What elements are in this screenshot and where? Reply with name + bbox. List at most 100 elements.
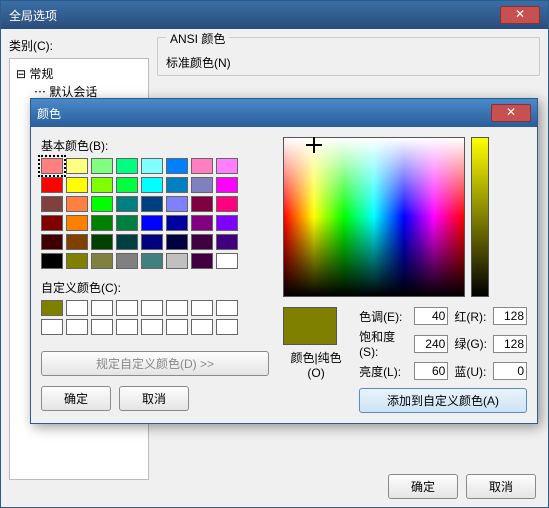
custom-swatch[interactable]	[141, 300, 163, 316]
basic-swatch[interactable]	[66, 158, 88, 174]
basic-swatch[interactable]	[166, 177, 188, 193]
basic-swatch[interactable]	[116, 215, 138, 231]
dialog-title: 颜色	[37, 105, 61, 122]
color-preview	[283, 307, 337, 345]
custom-colors-label: 自定义颜色(C):	[41, 279, 269, 296]
hue-label: 色调(E):	[359, 308, 408, 325]
basic-swatch[interactable]	[66, 215, 88, 231]
basic-swatch[interactable]	[216, 234, 238, 250]
custom-swatch[interactable]	[166, 300, 188, 316]
custom-swatch[interactable]	[191, 319, 213, 335]
tree-root[interactable]: ⊟ 常规	[16, 65, 142, 83]
red-input[interactable]	[493, 307, 527, 325]
basic-swatch[interactable]	[216, 177, 238, 193]
basic-swatch[interactable]	[191, 215, 213, 231]
basic-swatch[interactable]	[191, 234, 213, 250]
std-colors-label: 标准颜色(N)	[166, 54, 531, 71]
custom-swatch[interactable]	[66, 300, 88, 316]
basic-swatch[interactable]	[66, 177, 88, 193]
parent-title-bar[interactable]: 全局选项 ✕	[1, 1, 548, 29]
basic-swatch[interactable]	[116, 234, 138, 250]
green-label: 绿(G):	[454, 335, 487, 352]
luminance-slider[interactable]	[471, 137, 489, 297]
custom-swatch[interactable]	[41, 300, 63, 316]
basic-swatch[interactable]	[191, 196, 213, 212]
basic-swatch[interactable]	[141, 215, 163, 231]
parent-cancel-button[interactable]: 取消	[466, 474, 536, 499]
custom-swatch[interactable]	[116, 300, 138, 316]
basic-swatch[interactable]	[116, 177, 138, 193]
basic-swatch[interactable]	[166, 215, 188, 231]
sat-input[interactable]	[414, 335, 448, 353]
basic-swatch[interactable]	[41, 177, 63, 193]
dialog-title-bar[interactable]: 颜色 ✕	[31, 99, 537, 127]
basic-swatch[interactable]	[116, 158, 138, 174]
custom-swatch[interactable]	[91, 300, 113, 316]
basic-swatch[interactable]	[41, 234, 63, 250]
basic-color-grid	[41, 158, 269, 269]
custom-swatch[interactable]	[116, 319, 138, 335]
blue-input[interactable]	[493, 362, 527, 380]
close-icon[interactable]: ✕	[500, 6, 540, 24]
parent-title: 全局选项	[9, 7, 57, 24]
custom-swatch[interactable]	[41, 319, 63, 335]
basic-swatch[interactable]	[91, 158, 113, 174]
basic-swatch[interactable]	[166, 253, 188, 269]
add-custom-button[interactable]: 添加到自定义颜色(A)	[359, 388, 527, 413]
basic-swatch[interactable]	[141, 234, 163, 250]
custom-swatch[interactable]	[91, 319, 113, 335]
basic-swatch[interactable]	[41, 196, 63, 212]
basic-swatch[interactable]	[141, 253, 163, 269]
dialog-cancel-button[interactable]: 取消	[119, 386, 189, 411]
basic-swatch[interactable]	[216, 158, 238, 174]
sat-label: 饱和度(S):	[359, 328, 408, 359]
basic-swatch[interactable]	[166, 158, 188, 174]
solid-label: 颜色|纯色(O)	[283, 349, 349, 380]
basic-swatch[interactable]	[191, 158, 213, 174]
custom-swatch[interactable]	[166, 319, 188, 335]
basic-swatch[interactable]	[116, 253, 138, 269]
basic-swatch[interactable]	[216, 196, 238, 212]
basic-swatch[interactable]	[116, 196, 138, 212]
define-custom-button[interactable]: 规定自定义颜色(D) >>	[41, 351, 269, 376]
basic-swatch[interactable]	[66, 234, 88, 250]
blue-label: 蓝(U):	[454, 363, 487, 380]
basic-swatch[interactable]	[41, 215, 63, 231]
basic-swatch[interactable]	[141, 158, 163, 174]
custom-swatch[interactable]	[141, 319, 163, 335]
custom-swatch[interactable]	[66, 319, 88, 335]
picker-crosshair	[309, 140, 319, 150]
green-input[interactable]	[493, 335, 527, 353]
basic-swatch[interactable]	[216, 253, 238, 269]
dialog-close-icon[interactable]: ✕	[491, 104, 531, 122]
basic-swatch[interactable]	[191, 177, 213, 193]
dialog-ok-button[interactable]: 确定	[41, 386, 111, 411]
basic-swatch[interactable]	[216, 215, 238, 231]
hue-input[interactable]	[414, 307, 448, 325]
ansi-title: ANSI 颜色	[166, 30, 229, 47]
basic-swatch[interactable]	[91, 177, 113, 193]
basic-swatch[interactable]	[66, 196, 88, 212]
basic-colors-label: 基本颜色(B):	[41, 137, 269, 154]
basic-swatch[interactable]	[91, 234, 113, 250]
color-gradient-picker[interactable]	[283, 137, 465, 297]
basic-swatch[interactable]	[41, 253, 63, 269]
custom-swatch[interactable]	[216, 300, 238, 316]
custom-swatch[interactable]	[216, 319, 238, 335]
basic-swatch[interactable]	[141, 177, 163, 193]
basic-swatch[interactable]	[91, 215, 113, 231]
basic-swatch[interactable]	[191, 253, 213, 269]
basic-swatch[interactable]	[166, 234, 188, 250]
custom-swatch[interactable]	[191, 300, 213, 316]
basic-swatch[interactable]	[41, 158, 63, 174]
lum-label: 亮度(L):	[359, 363, 408, 380]
basic-swatch[interactable]	[141, 196, 163, 212]
basic-swatch[interactable]	[91, 253, 113, 269]
custom-color-grid	[41, 300, 269, 335]
color-dialog: 颜色 ✕ 基本颜色(B): 自定义颜色(C): 规定自定义颜色(D) >> 确定…	[30, 98, 538, 424]
basic-swatch[interactable]	[166, 196, 188, 212]
basic-swatch[interactable]	[91, 196, 113, 212]
basic-swatch[interactable]	[66, 253, 88, 269]
lum-input[interactable]	[414, 362, 448, 380]
parent-ok-button[interactable]: 确定	[388, 474, 458, 499]
